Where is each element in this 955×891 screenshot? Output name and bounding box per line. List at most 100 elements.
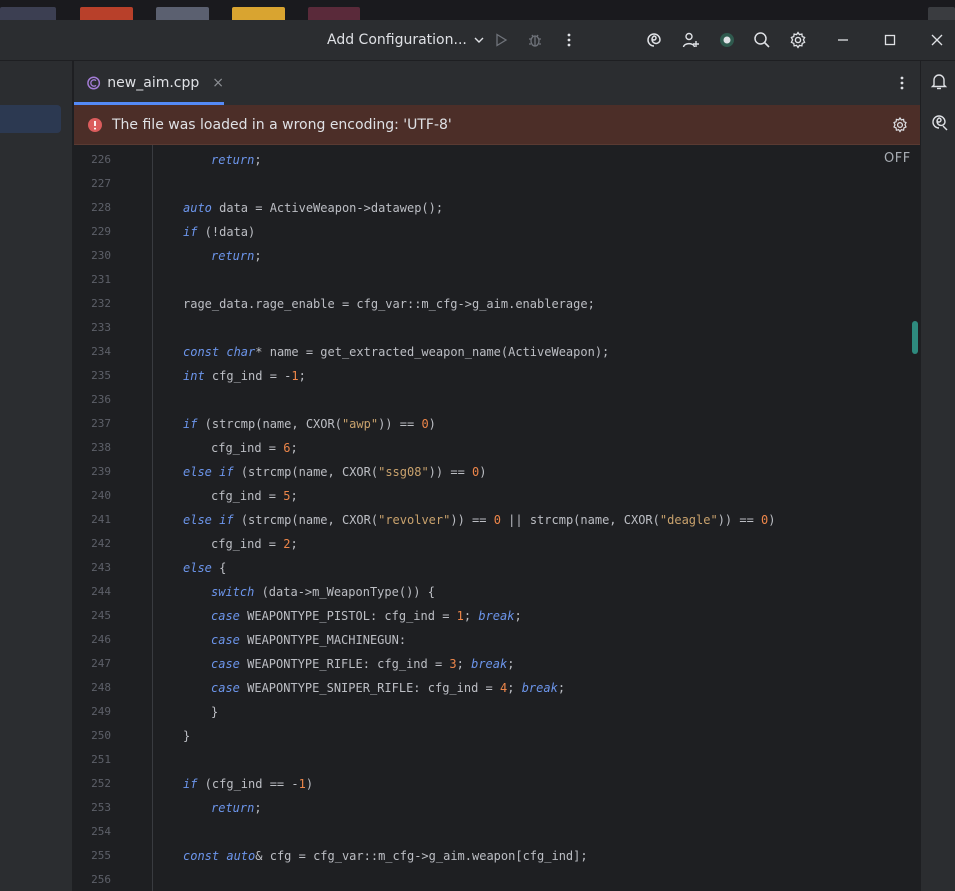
title-bar: Add Configuration... (0, 20, 955, 61)
line-number: 242 (91, 537, 111, 550)
line-code: rage_data.rage_enable = cfg_var::m_cfg->… (183, 297, 595, 311)
code-with-me-button[interactable] (679, 28, 703, 52)
debug-button[interactable] (523, 28, 547, 52)
maximize-icon (884, 34, 896, 46)
run-configuration-label: Add Configuration... (327, 32, 467, 48)
line-code: case WEAPONTYPE_MACHINEGUN: (211, 633, 407, 647)
line-code: const char* name = get_extracted_weapon_… (183, 345, 610, 359)
line-number: 244 (91, 585, 111, 598)
maximize-button[interactable] (878, 28, 902, 52)
line-number: 240 (91, 489, 111, 502)
line-number: 228 (91, 201, 111, 214)
line-number: 253 (91, 801, 111, 814)
line-number: 234 (91, 345, 111, 358)
line-code: cfg_ind = 5; (211, 489, 298, 503)
close-window-button[interactable] (925, 28, 949, 52)
line-number: 254 (91, 825, 111, 838)
line-number: 255 (91, 849, 111, 862)
line-code: auto data = ActiveWeapon->datawep(); (183, 201, 444, 215)
notifications-bell-icon[interactable] (929, 71, 949, 91)
taskbar-thumb-4[interactable] (232, 7, 285, 20)
more-vertical-icon (900, 76, 904, 90)
line-number: 229 (91, 225, 111, 238)
ai-assistant-button[interactable] (642, 28, 666, 52)
tab-options-button[interactable] (890, 71, 914, 95)
status-dot-icon (720, 33, 734, 47)
line-number: 249 (91, 705, 111, 718)
project-tree-selected-row[interactable] (0, 105, 61, 133)
line-number: 251 (91, 753, 111, 766)
line-number: 243 (91, 561, 111, 574)
ai-chat-icon[interactable] (929, 112, 949, 132)
search-button[interactable] (750, 28, 774, 52)
line-code: switch (data->m_WeaponType()) { (211, 585, 435, 599)
minimize-button[interactable] (831, 28, 855, 52)
line-number: 250 (91, 729, 111, 742)
line-code: else if (strcmp(name, CXOR("ssg08")) == … (183, 465, 487, 479)
line-number: 235 (91, 369, 111, 382)
line-code: case WEAPONTYPE_SNIPER_RIFLE: cfg_ind = … (211, 681, 566, 695)
taskbar-thumb-1[interactable] (0, 7, 56, 20)
project-panel (0, 61, 73, 891)
run-configuration-dropdown[interactable]: Add Configuration... (327, 29, 485, 51)
taskbar-thumb-2[interactable] (80, 7, 133, 20)
line-code: else if (strcmp(name, CXOR("revolver")) … (183, 513, 776, 527)
line-number: 245 (91, 609, 111, 622)
inlay-hints-status[interactable]: OFF (884, 151, 911, 166)
status-indicator[interactable] (715, 28, 739, 52)
tab-label: new_aim.cpp (107, 75, 200, 91)
editor-tab-bar: new_aim.cpp × (74, 61, 920, 105)
gear-icon[interactable] (891, 116, 909, 134)
line-code: if (cfg_ind == -1) (183, 777, 314, 791)
gear-icon (790, 31, 806, 49)
encoding-warning-banner: The file was loaded in a wrong encoding:… (74, 105, 920, 145)
line-code: } (183, 729, 191, 743)
line-code: else { (183, 561, 227, 575)
search-icon (754, 32, 770, 48)
tab-new-aim-cpp[interactable]: new_aim.cpp × (74, 61, 224, 105)
line-code: case WEAPONTYPE_PISTOL: cfg_ind = 1; bre… (211, 609, 522, 623)
line-number: 252 (91, 777, 111, 790)
line-code: const auto& cfg = cfg_var::m_cfg->g_aim.… (183, 849, 588, 863)
spiral-icon (647, 33, 661, 47)
vertical-scrollbar-thumb[interactable] (912, 321, 918, 354)
line-number: 237 (91, 417, 111, 430)
line-code: if (!data) (183, 225, 256, 239)
line-code: return; (211, 153, 262, 167)
taskbar-thumb-5[interactable] (308, 7, 360, 20)
add-user-icon (682, 32, 699, 48)
line-number: 247 (91, 657, 111, 670)
play-icon (496, 33, 508, 47)
more-actions-button[interactable] (557, 28, 581, 52)
line-number: 226 (91, 153, 111, 166)
more-vertical-icon (567, 33, 571, 47)
line-number: 227 (91, 177, 111, 190)
minimize-icon (838, 39, 848, 41)
line-number: 232 (91, 297, 111, 310)
line-number: 238 (91, 441, 111, 454)
line-code: } (211, 705, 219, 719)
line-number: 239 (91, 465, 111, 478)
line-code: return; (211, 801, 262, 815)
tab-close-icon[interactable]: × (212, 75, 224, 91)
line-code: return; (211, 249, 262, 263)
line-number: 248 (91, 681, 111, 694)
code-editor[interactable]: 226 return; 227 228 auto data = ActiveWeapon… (74, 145, 920, 891)
run-button[interactable] (489, 28, 513, 52)
line-number: 241 (91, 513, 111, 526)
line-number: 256 (91, 873, 111, 886)
gutter-divider (152, 145, 153, 891)
settings-button[interactable] (786, 28, 810, 52)
right-tool-strip (920, 61, 955, 891)
taskbar-thumb-6[interactable] (928, 7, 955, 20)
line-number: 246 (91, 633, 111, 646)
line-number: 230 (91, 249, 111, 262)
taskbar-thumbnails (0, 0, 955, 20)
close-icon (931, 34, 943, 46)
line-code: cfg_ind = 6; (211, 441, 298, 455)
chevron-down-icon (474, 37, 484, 43)
encoding-warning-message: The file was loaded in a wrong encoding:… (112, 116, 452, 133)
line-code: cfg_ind = 2; (211, 537, 298, 551)
line-code: case WEAPONTYPE_RIFLE: cfg_ind = 3; brea… (211, 657, 515, 671)
taskbar-thumb-3[interactable] (156, 7, 209, 20)
